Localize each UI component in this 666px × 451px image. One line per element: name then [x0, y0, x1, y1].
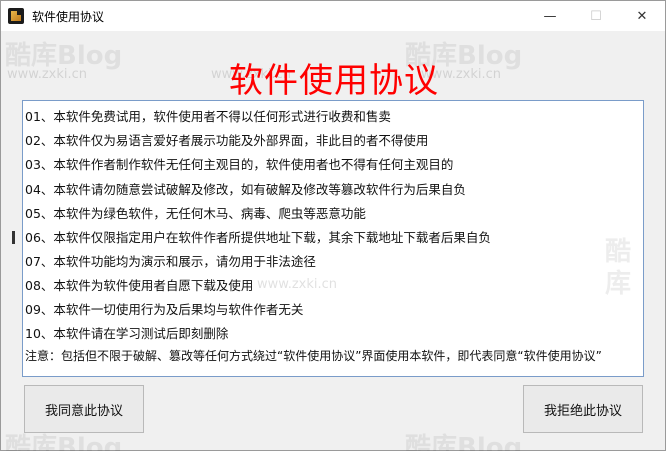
- window-controls: — ☐ ✕: [527, 1, 665, 31]
- agreement-line: 08、本软件为软件使用者自愿下载及使用: [25, 278, 254, 293]
- app-icon: [8, 8, 24, 24]
- window-title: 软件使用协议: [32, 9, 105, 24]
- agreement-line: 07、本软件功能均为演示和展示，请勿用于非法途径: [25, 254, 316, 269]
- agreement-line: 03、本软件作者制作软件无任何主观目的，软件使用者也不得有任何主观目的: [25, 157, 454, 172]
- agreement-line: 06、本软件仅限指定用户在软件作者所提供地址下载，其余下载地址下载者后果自负: [25, 230, 491, 245]
- agreement-line: 09、本软件一切使用行为及后果均与软件作者无关: [25, 302, 304, 317]
- reject-button[interactable]: 我拒绝此协议: [523, 385, 643, 433]
- agreement-line: 02、本软件仅为易语言爱好者展示功能及外部界面，非此目的者不得使用: [25, 133, 429, 148]
- text-caret: [12, 231, 15, 244]
- watermark-brand: 酷库Blog: [405, 433, 523, 451]
- agreement-line: 05、本软件为绿色软件，无任何木马、病毒、爬虫等恶意功能: [25, 206, 366, 221]
- agreement-window: 软件使用协议 — ☐ ✕ 酷库Blog www.zxki.cn 酷库Blog w…: [0, 0, 666, 451]
- agreement-line: 10、本软件请在学习测试后即刻删除: [25, 326, 229, 341]
- minimize-button[interactable]: —: [527, 1, 573, 31]
- agreement-text-box[interactable]: 01、本软件免费试用，软件使用者不得以任何形式进行收费和售卖 02、本软件仅为易…: [22, 100, 644, 377]
- maximize-button: ☐: [590, 8, 602, 24]
- agreement-notice: 注意：包括但不限于破解、篡改等任何方式绕过“软件使用协议”界面使用本软件，即代表…: [25, 349, 602, 363]
- close-button[interactable]: ✕: [619, 1, 665, 31]
- title-bar[interactable]: 软件使用协议 — ☐ ✕: [1, 1, 665, 31]
- page-heading: 软件使用协议: [229, 61, 439, 101]
- agree-button[interactable]: 我同意此协议: [24, 385, 144, 433]
- agreement-line: 01、本软件免费试用，软件使用者不得以任何形式进行收费和售卖: [25, 109, 391, 124]
- agreement-line: 04、本软件请勿随意尝试破解及修改，如有破解及修改等篡改软件行为后果自负: [25, 182, 466, 197]
